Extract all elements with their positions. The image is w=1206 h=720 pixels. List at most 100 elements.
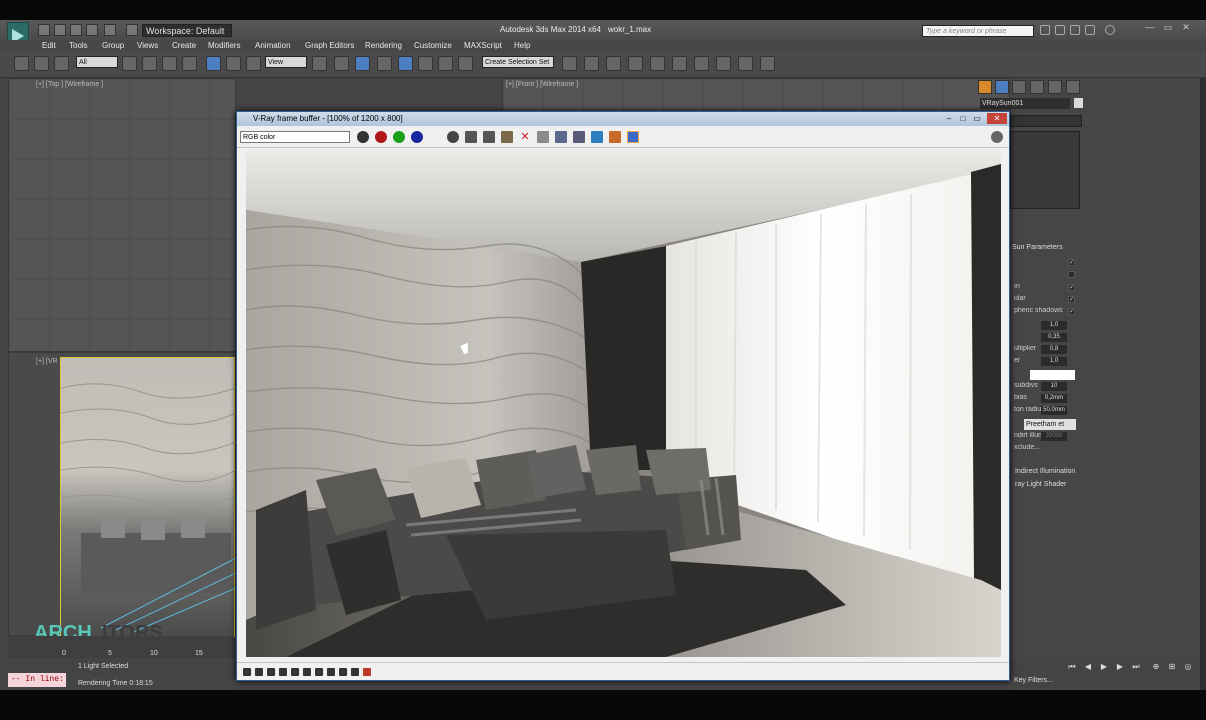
spinner-snap-icon[interactable] [438,56,453,71]
maxscript-listener[interactable]: -- In line: [8,673,66,687]
favorites-star-icon[interactable] [1085,25,1095,35]
save-file-icon[interactable] [70,24,82,36]
layer-manager-icon[interactable] [606,56,621,71]
scale-icon[interactable] [246,56,261,71]
render-last-icon[interactable] [573,131,585,143]
vfb-balance-icon[interactable] [351,668,359,676]
param-value[interactable]: 1,0 [1041,321,1067,330]
link-icon[interactable] [14,56,29,71]
display-tab-icon[interactable] [1048,80,1062,94]
indirect-illumination-rollout[interactable]: Indirect Illumination [1012,466,1082,477]
create-tab-icon[interactable] [978,80,992,94]
vfb-restore-button[interactable]: □ [957,113,969,124]
hierarchy-tab-icon[interactable] [1012,80,1026,94]
vfb-minimize-button[interactable]: – [943,113,955,124]
edit-named-selection-icon[interactable] [458,56,473,71]
rectangular-selection-icon[interactable] [162,56,177,71]
duplicate-vfb-icon[interactable] [501,131,513,143]
percent-snap-icon[interactable] [418,56,433,71]
motion-tab-icon[interactable] [1030,80,1044,94]
mirror-icon[interactable] [562,56,577,71]
menu-modifiers[interactable]: Modifiers [208,41,240,50]
subscription-icon[interactable] [1055,25,1065,35]
prev-frame-icon[interactable]: ◀ [1082,662,1094,672]
filter-color-swatch[interactable] [1030,370,1075,380]
unlink-icon[interactable] [34,56,49,71]
menu-create[interactable]: Create [172,41,196,50]
blue-channel-icon[interactable] [411,131,423,143]
param-value[interactable]: 50,0mm [1041,406,1067,415]
menu-views[interactable]: Views [137,41,158,50]
vfb-lens-icon[interactable] [291,668,299,676]
window-crossing-icon[interactable] [182,56,197,71]
vfb-stamp-icon[interactable] [363,668,371,676]
viewport-top-label[interactable]: [+] [Top ] [Wireframe ] [36,81,103,88]
object-color-swatch[interactable] [1074,98,1083,108]
pivot-center-icon[interactable] [312,56,327,71]
move-icon[interactable] [206,56,221,71]
param-value[interactable]: 0,2mm [1041,394,1067,403]
named-selection-select[interactable]: Create Selection Set [482,56,554,68]
menu-help[interactable]: Help [514,41,530,50]
keyboard-shortcut-icon[interactable] [355,56,370,71]
modifier-stack[interactable] [1010,131,1080,209]
param-value[interactable]: 0,35 [1041,333,1067,342]
sun-parameters-rollout[interactable]: Sun Parameters [1012,244,1082,254]
select-object-icon[interactable] [122,56,137,71]
vfb-maximize-button[interactable]: ▭ [971,113,983,124]
viewport-top[interactable] [8,78,236,352]
param-value[interactable]: 10 [1041,382,1067,391]
param-value[interactable]: 0,8 [1041,345,1067,354]
viewport-front-label[interactable]: [+] [Front ] [Wireframe ] [506,81,578,88]
minimize-button[interactable]: — [1142,22,1158,34]
search-input[interactable]: Type a keyword or phrase [922,25,1034,37]
load-image-icon[interactable] [483,131,495,143]
menu-edit[interactable]: Edit [42,41,56,50]
param-checkbox[interactable] [1068,271,1075,278]
track-mouse-icon[interactable] [537,131,549,143]
redo-icon[interactable] [104,24,116,36]
communication-icon[interactable] [1070,25,1080,35]
help-icon[interactable] [1105,25,1115,35]
render-production-icon[interactable] [760,56,775,71]
snaps-toggle-icon[interactable] [377,56,392,71]
menu-group[interactable]: Group [102,41,124,50]
param-value[interactable]: 25000 [1041,432,1067,441]
param-checkbox[interactable]: ✓ [1068,259,1075,266]
open-file-icon[interactable] [54,24,66,36]
param-checkbox[interactable]: ✓ [1068,284,1075,291]
vfb-title[interactable]: V-Ray frame buffer - [100% of 1200 x 800… [237,112,1009,126]
binoculars-icon[interactable] [1040,25,1050,35]
object-name-field[interactable]: VRaySun001 [980,98,1070,109]
vfb-exposure-icon[interactable] [327,668,335,676]
ref-coord-select[interactable]: View [265,56,307,68]
param-value[interactable]: 1,0 [1041,357,1067,366]
alpha-channel-icon[interactable] [429,131,441,143]
align-icon[interactable] [584,56,599,71]
vfb-compare-icon[interactable] [255,668,263,676]
stereo-icon[interactable] [609,131,621,143]
vfb-options-icon[interactable] [991,131,1003,143]
link-to-max-vfb-icon[interactable] [591,131,603,143]
show-rgb-icon[interactable] [357,131,369,143]
save-image-icon[interactable] [465,131,477,143]
bind-spacewarp-icon[interactable] [54,56,69,71]
select-by-name-icon[interactable] [142,56,157,71]
menu-customize[interactable]: Customize [414,41,452,50]
menu-rendering[interactable]: Rendering [365,41,402,50]
menu-maxscript[interactable]: MAXScript [464,41,502,50]
vfb-history-icon[interactable] [243,668,251,676]
param-checkbox[interactable]: ✓ [1068,296,1075,303]
orbit-icon[interactable]: ◎ [1182,662,1194,672]
selection-filter-select[interactable]: All [76,56,118,68]
rotate-icon[interactable] [226,56,241,71]
vray-frame-buffer-window[interactable]: V-Ray frame buffer - [100% of 1200 x 800… [236,111,1010,681]
vfb-info-icon[interactable] [267,668,275,676]
light-shader-rollout[interactable]: ray Light Shader [1012,479,1082,490]
rendered-frame-window-icon[interactable] [738,56,753,71]
green-channel-icon[interactable] [393,131,405,143]
utilities-tab-icon[interactable] [1066,80,1080,94]
rendered-image[interactable] [246,150,1001,657]
menu-graph-editors[interactable]: Graph Editors [305,41,354,50]
play-icon[interactable]: ▶ [1098,662,1110,672]
